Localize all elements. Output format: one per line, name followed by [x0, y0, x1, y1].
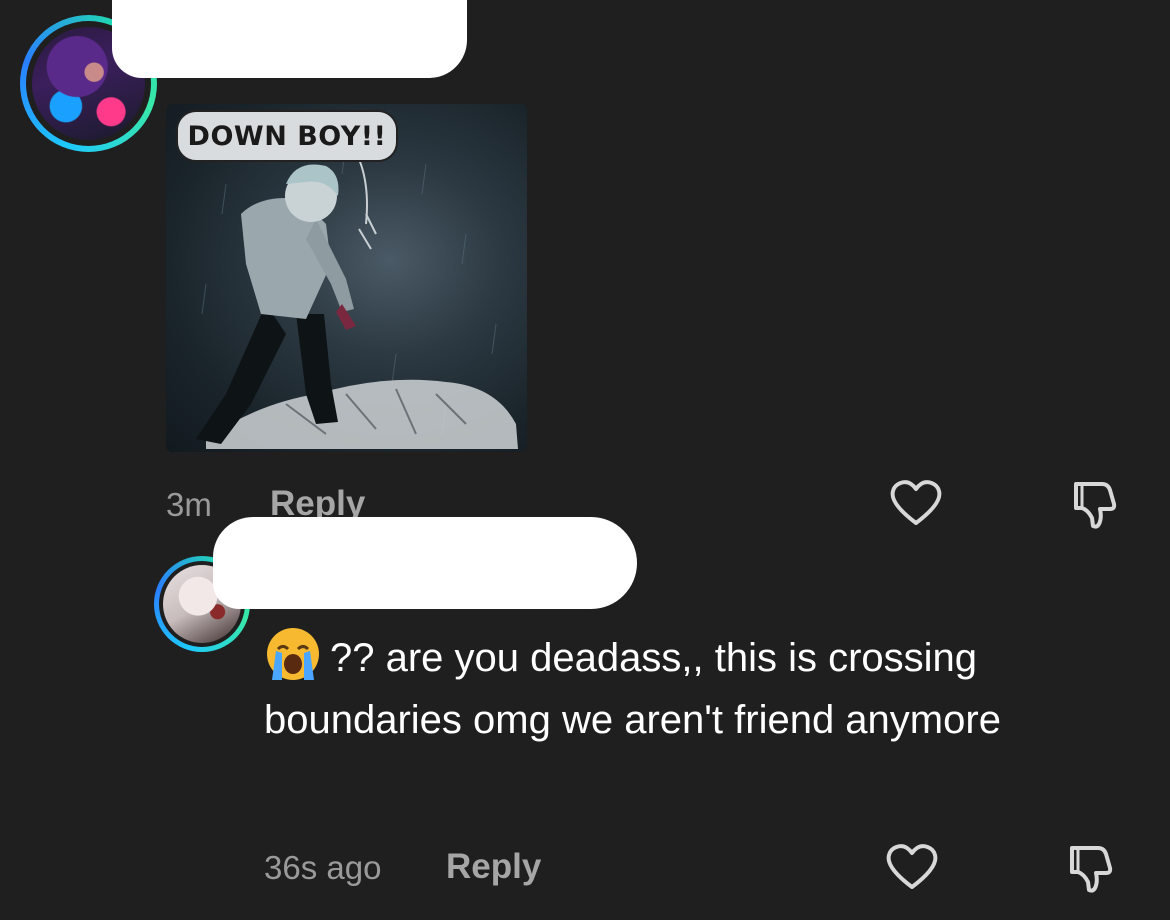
comment-timestamp: 3m — [166, 486, 212, 523]
meme-image[interactable]: DOWN BOY!! — [166, 104, 527, 452]
comment-timestamp: 36s ago — [264, 849, 382, 886]
comment-text: ?? are you deadass,, this is crossing bo… — [264, 625, 1144, 751]
heart-icon[interactable] — [884, 842, 940, 892]
loudly-crying-face-icon — [267, 628, 319, 680]
thumbs-down-icon[interactable] — [1064, 842, 1120, 894]
speech-bubble: DOWN BOY!! — [176, 110, 398, 162]
redacted-username — [213, 517, 637, 609]
comment-body: ?? are you deadass,, this is crossing bo… — [264, 636, 1001, 742]
thumbs-down-icon[interactable] — [1068, 478, 1124, 530]
redacted-username — [112, 0, 467, 78]
heart-icon[interactable] — [888, 478, 944, 528]
reply-button[interactable]: Reply — [446, 847, 541, 887]
